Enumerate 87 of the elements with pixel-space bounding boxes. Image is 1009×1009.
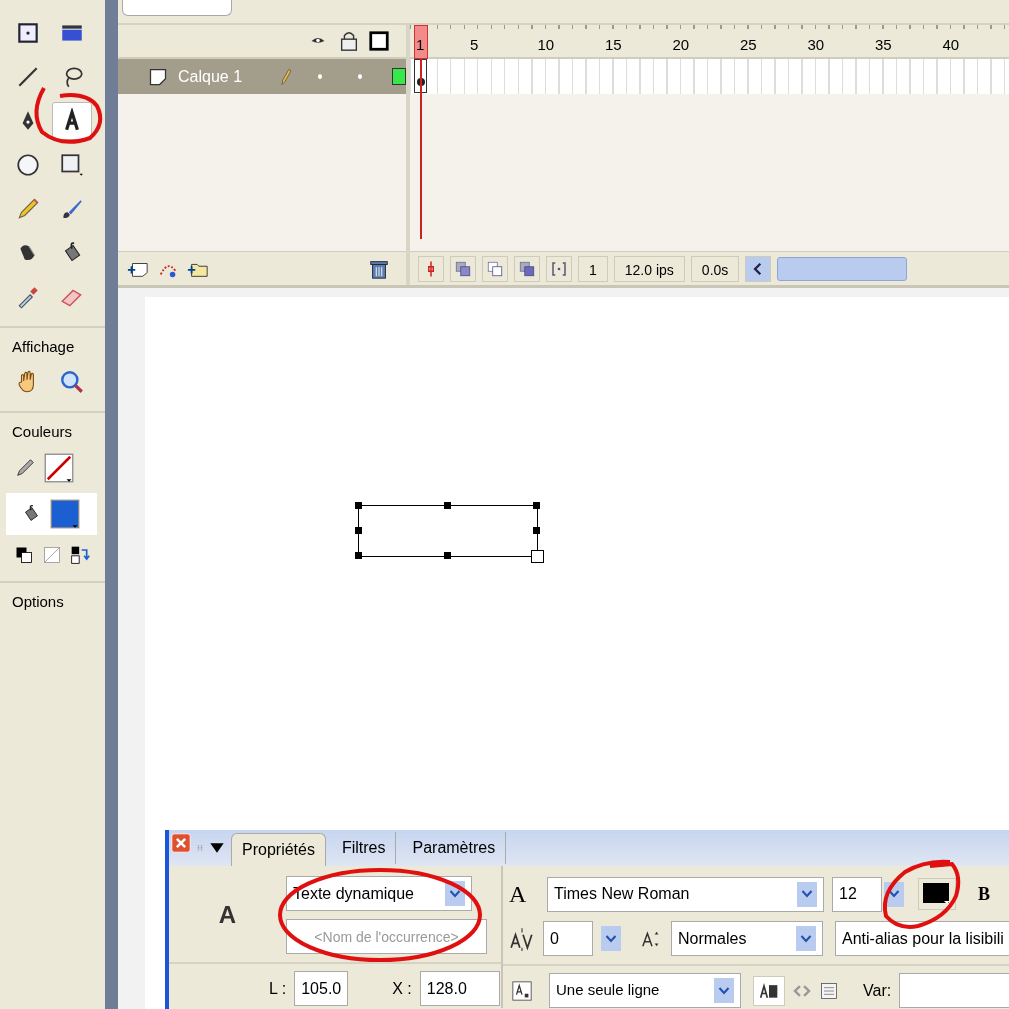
font-icon: A: [509, 876, 539, 912]
pencil-icon: [14, 457, 36, 479]
resize-handle[interactable]: [533, 502, 540, 509]
chevron-icon: [605, 933, 617, 944]
onion-skin-icon: [454, 259, 472, 278]
x-field[interactable]: 128.0: [419, 971, 500, 1006]
text-tool-tool[interactable]: [52, 102, 92, 140]
frame-number: 20: [672, 35, 690, 55]
stroke-color-swatch[interactable]: [44, 453, 74, 483]
code-brackets-icon: [793, 983, 811, 998]
outline-color-swatch: [392, 68, 406, 85]
current-frame: 1: [578, 255, 608, 282]
lock-icon: [338, 29, 360, 53]
playhead[interactable]: [414, 25, 428, 59]
frame-number: 10: [537, 35, 555, 55]
letter-spacing-field[interactable]: 0: [543, 921, 593, 956]
panel-tab[interactable]: Paramètres: [402, 832, 507, 864]
letter-spacing-icon: [509, 925, 535, 952]
search-icon: [59, 368, 85, 395]
default-colors-icon[interactable]: [14, 545, 34, 565]
resize-handle[interactable]: [444, 552, 451, 559]
edit-frames-icon: [518, 259, 536, 278]
font-size-field[interactable]: 12: [832, 876, 882, 912]
chevron-icon: [801, 889, 813, 899]
chevron-icon: [800, 933, 812, 944]
onion-markers-button[interactable]: [546, 255, 572, 282]
close-icon[interactable]: [171, 833, 191, 853]
color-swatch-icon: [923, 883, 951, 905]
resize-handle[interactable]: [531, 550, 544, 563]
anti-alias-dropdown[interactable]: Anti-alias pour la lisibili: [835, 921, 1009, 956]
onion-outline-button[interactable]: [482, 255, 508, 282]
fill-color-swatch[interactable]: [50, 499, 80, 529]
lock-dot: [358, 74, 362, 79]
onion-markers-icon: [550, 259, 568, 278]
font-dropdown[interactable]: Times New Roman: [547, 876, 824, 912]
frame-number: 15: [605, 35, 622, 55]
onion-outline-icon: [486, 259, 504, 278]
swap-colors-icon[interactable]: [70, 545, 90, 565]
chevron-icon: [449, 888, 461, 899]
bold-button[interactable]: B: [972, 879, 996, 909]
resize-handle[interactable]: [355, 552, 362, 559]
frame-number: 40: [942, 35, 960, 55]
section-label: Options: [12, 593, 64, 610]
resize-handle[interactable]: [533, 527, 540, 534]
chevron-icon: [888, 889, 900, 899]
edit-frames-button[interactable]: [514, 255, 540, 282]
resize-handle[interactable]: [444, 502, 451, 509]
pencil-icon: [15, 196, 41, 222]
panel-tab[interactable]: Filtres: [331, 832, 397, 864]
no-color-icon[interactable]: [42, 545, 62, 565]
oval-tool-icon: [15, 152, 41, 178]
var-label: Var:: [863, 980, 892, 1001]
text-color-swatch[interactable]: [918, 878, 956, 910]
section-label: Couleurs: [12, 422, 73, 440]
width-label: L :: [269, 978, 287, 999]
onion-skin-button[interactable]: [450, 255, 476, 282]
resize-handle[interactable]: [355, 527, 362, 534]
instance-name-field[interactable]: <Nom de l'occurrence>: [286, 919, 487, 954]
resize-handle[interactable]: [355, 502, 362, 509]
visibility-dot: [318, 74, 322, 79]
frame-rate: 12.0 ips: [613, 255, 685, 282]
text-type-icon: A: [169, 897, 286, 933]
free-transform-icon: [15, 20, 41, 46]
x-label: X :: [392, 978, 412, 999]
panel-tab[interactable]: Propriétés: [231, 833, 326, 866]
layer-name: Calque 1: [178, 66, 244, 87]
width-field[interactable]: 105.0: [294, 971, 349, 1006]
spacing-dropdown-button[interactable]: [601, 926, 621, 951]
line-type-icon: [511, 979, 533, 1002]
section-label: Affichage: [12, 338, 75, 355]
frame-number: 1: [416, 35, 425, 55]
frame-number: 5: [470, 35, 479, 55]
elapsed-time: 0.0s: [690, 255, 740, 282]
layer-icon: [148, 66, 168, 87]
outline-icon: [368, 30, 390, 52]
kerning-dropdown[interactable]: Normales: [671, 921, 823, 956]
scroll-left-button[interactable]: [745, 255, 772, 282]
frame-number: 35: [875, 35, 892, 55]
scrollbar-thumb[interactable]: [777, 256, 908, 281]
frame-number: 25: [740, 35, 757, 55]
frame-number: 30: [807, 35, 825, 55]
selectable-text-button[interactable]: [753, 975, 785, 1006]
chevron-icon: [718, 985, 730, 996]
center-frame-button[interactable]: [418, 255, 444, 282]
rectangle-tool-icon: [59, 152, 85, 178]
line-type-dropdown[interactable]: Une seule ligne: [549, 973, 741, 1008]
text-lines-icon: [819, 980, 839, 1001]
